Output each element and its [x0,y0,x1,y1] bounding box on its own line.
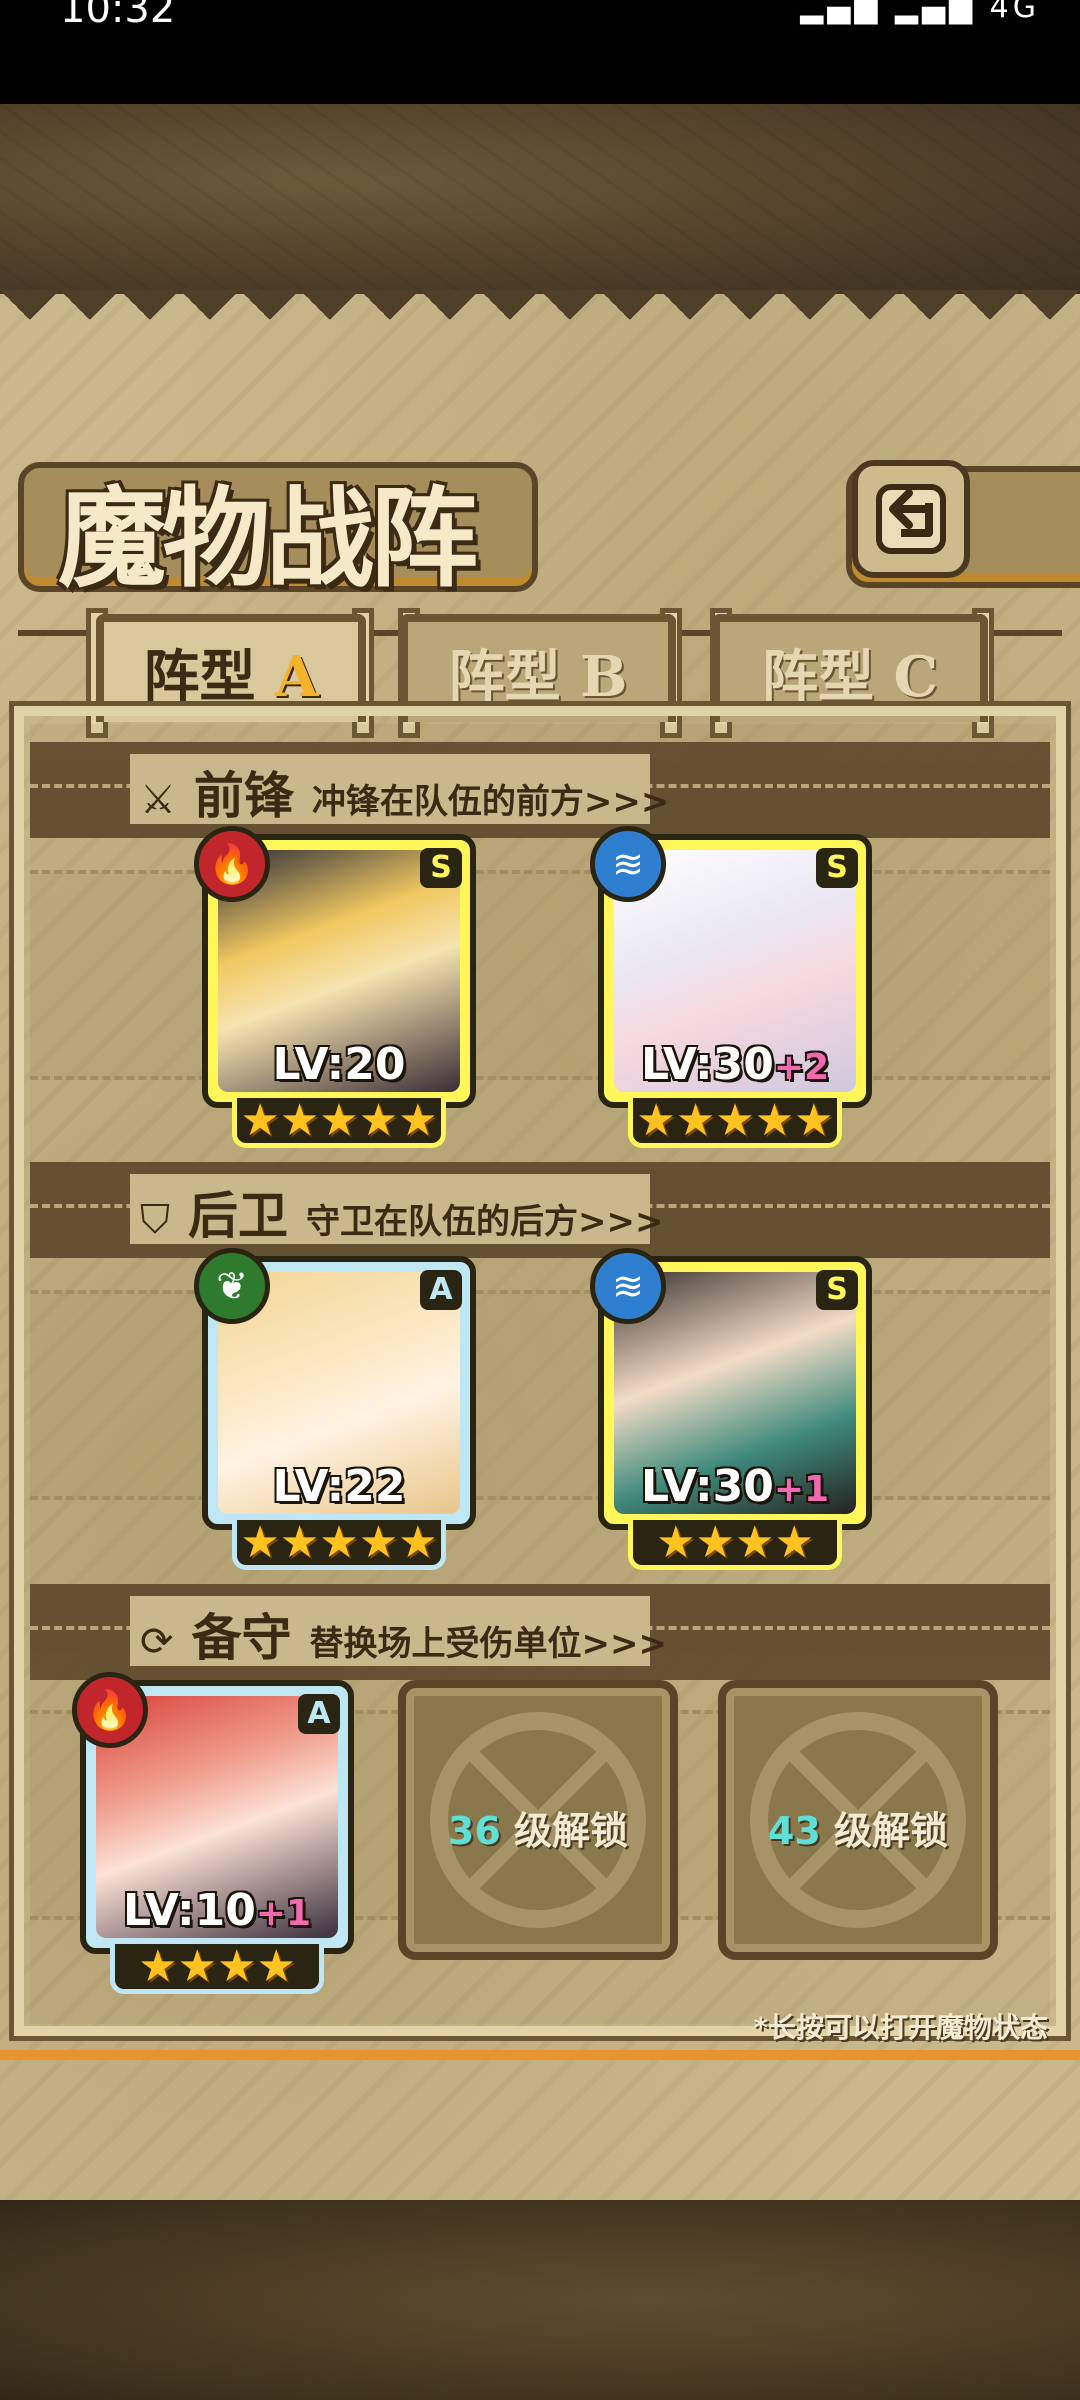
section-title: 前锋 [193,766,294,825]
unit-level: LV:30+2 [640,1039,830,1090]
unit-card[interactable]: S LV:30+1 ≋ ★★★★ [590,1248,872,1570]
section-back-header: ⛉ 后卫 守卫在队伍的后方>>> [140,1176,663,1248]
section-title: 备守 [191,1608,292,1667]
page-title: 魔物战阵 [58,476,478,602]
section-desc: 守卫在队伍的后方>>> [306,1202,664,1242]
status-icons: ▂▄▆ ▂▄▆ 4G [800,0,1040,25]
swap-icon: ⟳ [140,1619,174,1665]
status-bar: 10:32 ▂▄▆ ▂▄▆ 4G [0,0,1080,104]
sword-icon: ⚔ [140,777,176,823]
panel-edge-top [0,290,1080,350]
leaf-element-icon: ❦ [194,1248,270,1324]
water-element-icon: ≋ [590,826,666,902]
map-background-bottom [0,2200,1080,2400]
rank-badge: S [816,1270,858,1310]
rank-badge: S [816,848,858,888]
unlock-level-text: 43 级解锁 [767,1809,949,1853]
star-rating: ★★★★★ [232,1520,446,1570]
fire-element-icon: 🔥 [194,826,270,902]
back-row [30,1290,1050,1500]
network-badge: 4G [989,0,1040,25]
star-rating: ★★★★ [628,1520,842,1570]
tab-label: 阵型 B [448,643,628,710]
section-reserve-header: ⟳ 备守 替换场上受伤单位>>> [140,1598,667,1670]
water-element-icon: ≋ [590,1248,666,1324]
unlock-level-text: 36 级解锁 [447,1809,629,1853]
star-rating: ★★★★ [110,1944,324,1994]
section-title: 后卫 [188,1186,288,1245]
section-desc: 冲锋在队伍的前方>>> [311,782,670,822]
long-press-hint: *长按可以打开魔物状态 [753,2011,1048,2044]
unit-card[interactable]: A LV:22 ❦ ★★★★★ [194,1248,476,1570]
signal-icon: ▂▄▆ [800,0,882,25]
star-rating: ★★★★★ [232,1098,446,1148]
rank-badge: A [298,1694,340,1734]
rank-badge: S [420,848,462,888]
section-front-header: ⚔ 前锋 冲锋在队伍的前方>>> [140,756,669,828]
unit-level: LV:22 [272,1461,406,1512]
star-rating: ★★★★★ [628,1098,842,1148]
section-desc: 替换场上受伤单位>>> [309,1624,667,1664]
locked-slot[interactable]: 36 级解锁 [398,1680,678,1960]
status-time: 10:32 [60,0,176,32]
front-row [30,870,1050,1080]
rank-badge: A [420,1270,462,1310]
fire-element-icon: 🔥 [72,1672,148,1748]
unit-card[interactable]: A LV:10+1 🔥 ★★★★ [72,1672,354,1994]
unit-level: LV:30+1 [640,1461,830,1512]
back-button[interactable] [852,460,970,578]
panel-trim [0,2050,1080,2060]
unit-card[interactable]: S LV:30+2 ≋ ★★★★★ [590,826,872,1148]
unit-level: LV:20 [272,1039,406,1090]
return-arrow-icon [876,484,946,554]
tab-label: 阵型 C [761,643,939,710]
map-background-top [0,104,1080,294]
shield-icon: ⛉ [140,1197,170,1243]
locked-slot[interactable]: 43 级解锁 [718,1680,998,1960]
panel-edge-bottom [0,2080,1080,2140]
unit-card[interactable]: S LV:20 🔥 ★★★★★ [194,826,476,1148]
signal-icon-2: ▂▄▆ [894,0,977,25]
tab-label: 阵型 A [143,643,319,710]
unit-level: LV:10+1 [122,1885,312,1936]
